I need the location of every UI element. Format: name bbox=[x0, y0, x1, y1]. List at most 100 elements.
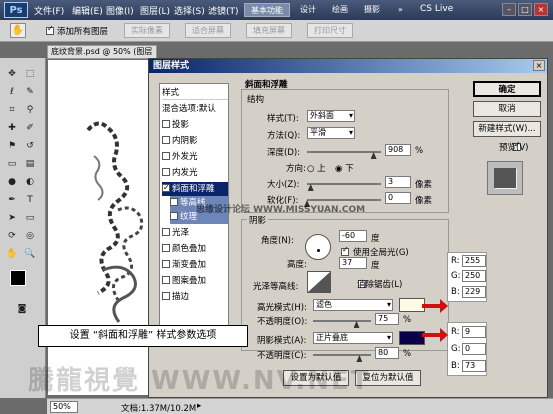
actual-pixels-button[interactable]: 实际像素 bbox=[124, 23, 170, 38]
document-tab[interactable]: 底纹背景.psd @ 50% (图层 bbox=[47, 45, 157, 59]
workspace-more[interactable]: » bbox=[392, 3, 409, 17]
menu-layer[interactable]: 图层(L) bbox=[140, 4, 170, 17]
menu-file[interactable]: 文件(F) bbox=[34, 4, 64, 17]
inner-glow-checkbox[interactable] bbox=[162, 168, 170, 176]
menu-filter[interactable]: 滤镜(T) bbox=[208, 4, 239, 17]
quick-select-tool-icon[interactable]: ✎ bbox=[24, 86, 36, 98]
direction-up-radio[interactable]: ○ 上 bbox=[307, 162, 326, 174]
angle-input[interactable]: -60 bbox=[339, 230, 367, 242]
menu-bar: Ps 文件(F) 编辑(E) 图像(I) 图层(L) 选择(S) 滤镜(T) 基… bbox=[0, 0, 553, 20]
shape-tool-icon[interactable]: ▭ bbox=[24, 212, 36, 224]
workspace-painting[interactable]: 绘画 bbox=[326, 3, 354, 17]
dialog-close-icon[interactable]: × bbox=[533, 60, 545, 71]
menu-image[interactable]: 图像(I) bbox=[106, 4, 134, 17]
style-item-stroke[interactable]: 描边 bbox=[162, 290, 228, 304]
global-light-checkbox[interactable] bbox=[341, 245, 349, 256]
workspace-photography[interactable]: 摄影 bbox=[358, 3, 386, 17]
hand-tool-icon[interactable]: ✋ bbox=[10, 23, 26, 38]
3d-orbit-tool-icon[interactable]: ◎ bbox=[24, 230, 36, 242]
sample-all-checkbox[interactable] bbox=[46, 24, 54, 35]
shadow-opacity-track[interactable] bbox=[313, 354, 371, 356]
move-tool-icon[interactable]: ✥ bbox=[6, 68, 18, 80]
style-item-bevel-emboss[interactable]: 斜面和浮雕 bbox=[162, 181, 228, 196]
quick-mask-icon[interactable]: ◙ bbox=[16, 303, 28, 315]
workspace-design[interactable]: 设计 bbox=[294, 3, 322, 17]
style-preview-square bbox=[494, 168, 516, 188]
minimize-icon[interactable]: – bbox=[502, 3, 516, 16]
gradient-tool-icon[interactable]: ▤ bbox=[24, 158, 36, 170]
altitude-input[interactable]: 37 bbox=[339, 257, 367, 269]
shadow-opacity-input[interactable]: 80 bbox=[375, 347, 399, 359]
inner-shadow-checkbox[interactable] bbox=[162, 136, 170, 144]
lasso-tool-icon[interactable]: ℓ bbox=[6, 86, 18, 98]
maximize-icon[interactable]: □ bbox=[518, 3, 532, 16]
texture-checkbox[interactable] bbox=[170, 212, 178, 220]
marquee-tool-icon[interactable]: ⬚ bbox=[24, 68, 36, 80]
satin-checkbox[interactable] bbox=[162, 228, 170, 236]
menu-select[interactable]: 选择(S) bbox=[174, 4, 205, 17]
pen-tool-icon[interactable]: ✒ bbox=[6, 194, 18, 206]
3d-rotate-tool-icon[interactable]: ⟳ bbox=[6, 230, 18, 242]
bevel-emboss-checkbox[interactable] bbox=[162, 181, 170, 195]
fill-screen-button[interactable]: 填充屏幕 bbox=[246, 23, 292, 38]
highlight-opacity-input[interactable]: 75 bbox=[375, 313, 399, 325]
dialog-title: 图层样式 bbox=[149, 59, 547, 73]
new-style-button[interactable]: 新建样式(W)... bbox=[473, 121, 541, 137]
direction-down-radio[interactable]: ◉ 下 bbox=[335, 162, 354, 174]
soften-slider-track[interactable] bbox=[307, 199, 381, 201]
crop-tool-icon[interactable]: ⌗ bbox=[6, 104, 18, 116]
stamp-tool-icon[interactable]: ⚑ bbox=[6, 140, 18, 152]
shadow-mode-dropdown[interactable]: 正片叠底 bbox=[313, 332, 393, 344]
path-select-tool-icon[interactable]: ➤ bbox=[6, 212, 18, 224]
brush-tool-icon[interactable]: ✐ bbox=[24, 122, 36, 134]
style-item-pattern-overlay[interactable]: 图案叠加 bbox=[162, 274, 228, 288]
angle-dial[interactable] bbox=[305, 234, 331, 260]
style-item-inner-shadow[interactable]: 内阴影 bbox=[162, 134, 228, 148]
stroke-checkbox[interactable] bbox=[162, 292, 170, 300]
history-brush-icon[interactable]: ↺ bbox=[24, 140, 36, 152]
pattern-overlay-checkbox[interactable] bbox=[162, 276, 170, 284]
cslive-label[interactable]: CS Live bbox=[420, 4, 453, 14]
technique-dropdown[interactable]: 平滑 bbox=[307, 127, 355, 139]
healing-tool-icon[interactable]: ✚ bbox=[6, 122, 18, 134]
zoom-field[interactable]: 50% bbox=[50, 401, 78, 413]
cancel-button[interactable]: 取消 bbox=[473, 101, 541, 117]
eraser-tool-icon[interactable]: ▭ bbox=[6, 158, 18, 170]
color-overlay-checkbox[interactable] bbox=[162, 244, 170, 252]
gloss-contour-preview[interactable] bbox=[307, 271, 331, 293]
depth-input[interactable]: 908 bbox=[385, 144, 411, 156]
eyedropper-tool-icon[interactable]: ⚲ bbox=[24, 104, 36, 116]
depth-slider-track[interactable] bbox=[307, 151, 381, 153]
highlight-mode-dropdown[interactable]: 滤色 bbox=[313, 299, 393, 311]
ok-button[interactable]: 确定 bbox=[473, 81, 541, 97]
menu-edit[interactable]: 编辑(E) bbox=[72, 4, 103, 17]
hand-tool-icon[interactable]: ✋ bbox=[6, 248, 18, 260]
style-item-outer-glow[interactable]: 外发光 bbox=[162, 150, 228, 164]
type-tool-icon[interactable]: T bbox=[24, 194, 36, 206]
status-menu-icon[interactable]: ▸ bbox=[197, 401, 201, 411]
style-item-color-overlay[interactable]: 颜色叠加 bbox=[162, 242, 228, 256]
gradient-overlay-checkbox[interactable] bbox=[162, 260, 170, 268]
size-slider-track[interactable] bbox=[307, 183, 381, 185]
blur-tool-icon[interactable]: ● bbox=[6, 176, 18, 188]
foreground-color-swatch[interactable] bbox=[10, 270, 26, 286]
styles-header[interactable]: 样式 bbox=[162, 86, 228, 100]
print-size-button[interactable]: 打印尺寸 bbox=[307, 23, 353, 38]
zoom-tool-icon[interactable]: 🔍 bbox=[24, 248, 36, 260]
style-item-inner-glow[interactable]: 内发光 bbox=[162, 166, 228, 180]
size-input[interactable]: 3 bbox=[385, 176, 411, 188]
contour-checkbox[interactable] bbox=[170, 198, 178, 206]
soften-input[interactable]: 0 bbox=[385, 192, 411, 204]
dodge-tool-icon[interactable]: ◐ bbox=[24, 176, 36, 188]
blend-options-item[interactable]: 混合选项:默认 bbox=[162, 102, 228, 116]
bevel-style-dropdown[interactable]: 外斜面 bbox=[307, 110, 355, 122]
drop-shadow-checkbox[interactable] bbox=[162, 120, 170, 128]
highlight-opacity-track[interactable] bbox=[313, 320, 371, 322]
style-item-gradient-overlay[interactable]: 渐变叠加 bbox=[162, 258, 228, 272]
fit-screen-button[interactable]: 适合屏幕 bbox=[185, 23, 231, 38]
workspace-essentials[interactable]: 基本功能 bbox=[244, 3, 290, 17]
outer-glow-checkbox[interactable] bbox=[162, 152, 170, 160]
close-icon[interactable]: × bbox=[534, 3, 548, 16]
style-item-drop-shadow[interactable]: 投影 bbox=[162, 118, 228, 132]
style-item-satin[interactable]: 光泽 bbox=[162, 226, 228, 240]
